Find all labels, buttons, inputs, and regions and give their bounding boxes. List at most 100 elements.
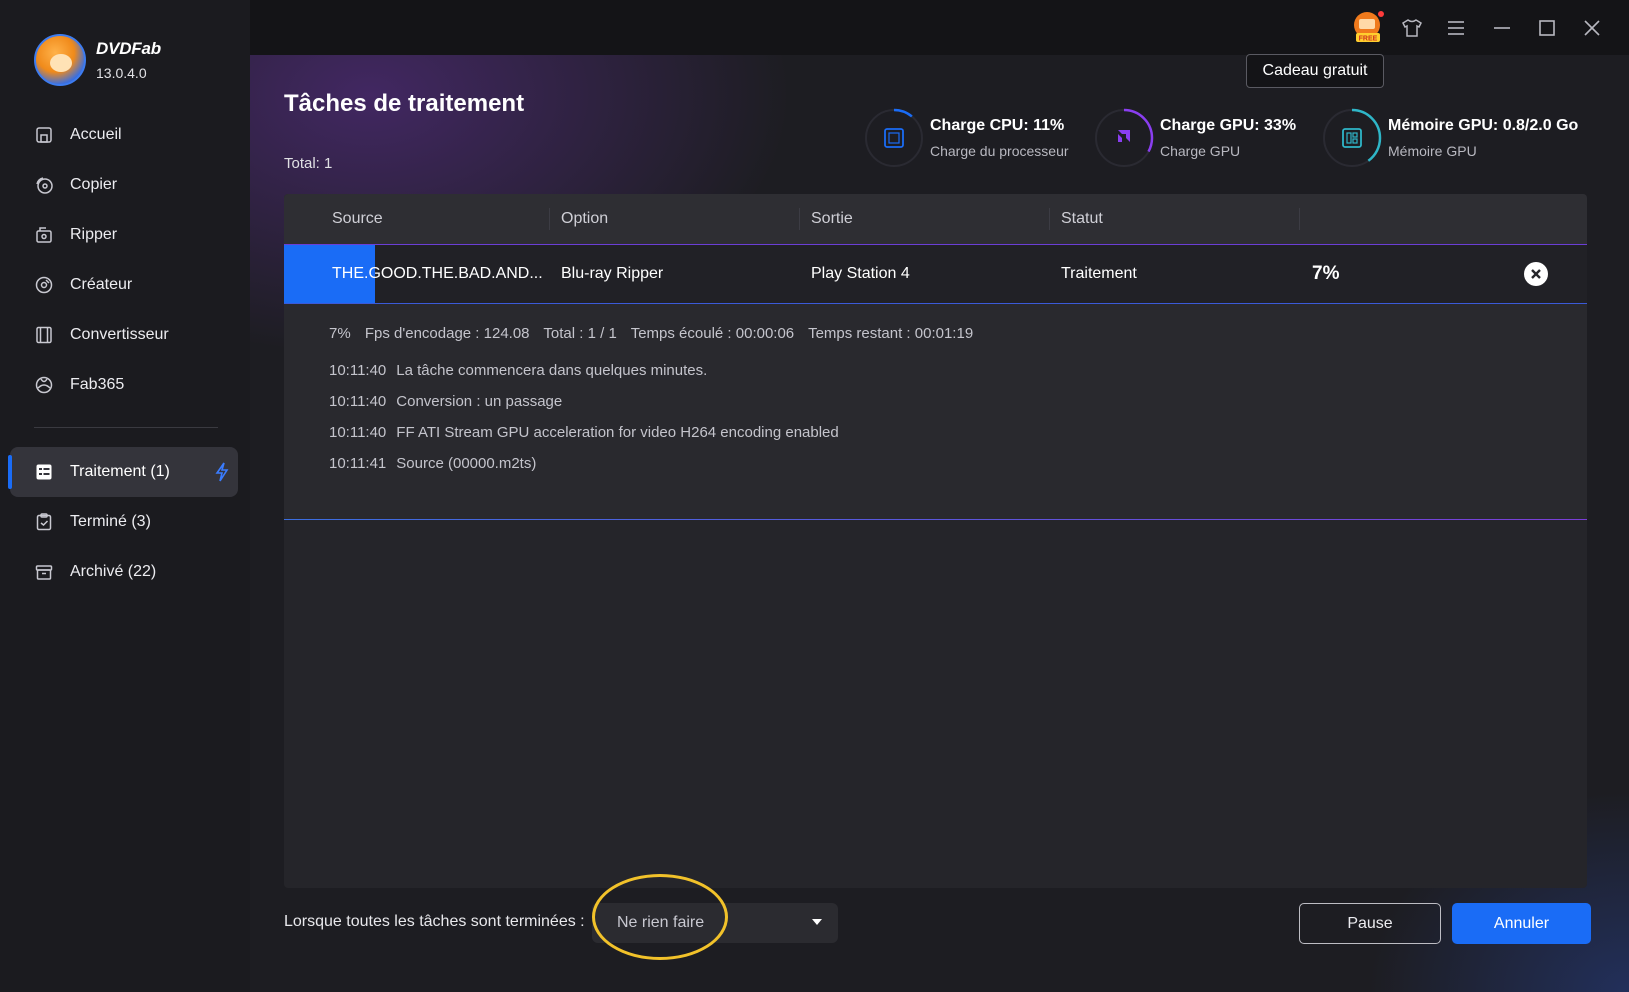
dvdfab-logo-icon	[34, 34, 86, 86]
row-output: Play Station 4	[811, 265, 910, 282]
cpu-load-value: Charge CPU: 11%	[930, 117, 1065, 134]
log-line: 10:11:41 Source (00000.m2ts)	[329, 455, 536, 472]
sidebar-item-convertisseur[interactable]: Convertisseur	[0, 310, 250, 360]
sidebar-item-termine[interactable]: Terminé (3)	[0, 497, 250, 547]
log-time: 10:11:40	[329, 362, 387, 379]
film-icon	[34, 325, 54, 345]
sidebar-item-accueil[interactable]: Accueil	[0, 110, 250, 160]
skin-tshirt-icon[interactable]	[1398, 14, 1426, 42]
stat-elapsed: Temps écoulé : 00:00:06	[630, 325, 795, 342]
free-badge-label: FREE	[1359, 36, 1378, 43]
log-message: Source (00000.m2ts)	[396, 455, 537, 472]
gpu-memory-gauge	[1322, 108, 1382, 168]
row-percent: 7%	[1312, 263, 1340, 284]
log-line: 10:11:40 La tâche commencera dans quelque…	[329, 362, 707, 379]
main-nav: Accueil Copier Ripper Créateur Convertis…	[0, 110, 250, 410]
gift-tooltip: Cadeau gratuit	[1246, 54, 1384, 88]
gpu-gauge	[1094, 108, 1154, 168]
sidebar-item-archive[interactable]: Archivé (22)	[0, 547, 250, 597]
remove-task-button[interactable]	[1524, 262, 1548, 286]
column-header-status: Statut	[1061, 210, 1103, 227]
minimize-icon[interactable]	[1488, 14, 1516, 42]
column-separator	[799, 208, 800, 230]
sidebar-item-copier[interactable]: Copier	[0, 160, 250, 210]
when-done-label: Lorsque toutes les tâches sont terminées…	[284, 913, 585, 930]
gpu-memory-label: Mémoire GPU	[1388, 143, 1477, 159]
app-name: DVDFab	[96, 39, 161, 58]
cancel-button[interactable]: Annuler	[1452, 903, 1591, 944]
encoding-stats: 7% Fps d'encodage : 124.08 Total : 1 / 1…	[329, 325, 983, 342]
sidebar-item-ripper[interactable]: Ripper	[0, 210, 250, 260]
sidebar-item-label: Créateur	[70, 276, 133, 293]
copy-disc-icon	[34, 175, 54, 195]
column-header-source: Source	[332, 210, 383, 227]
log-line: 10:11:40 Conversion : un passage	[329, 393, 562, 410]
creator-disc-icon	[34, 275, 54, 295]
task-table: Source Option Sortie Statut THE.GOOD.THE…	[284, 194, 1587, 888]
gpu-memory-value: Mémoire GPU: 0.8/2.0 Go	[1388, 117, 1579, 134]
sidebar-item-label: Terminé (3)	[70, 513, 151, 530]
row-status: Traitement	[1061, 265, 1137, 282]
table-row[interactable]: THE.GOOD.THE.BAD.AND... Blu-ray Ripper P…	[284, 244, 1587, 304]
stat-remaining: Temps restant : 00:01:19	[808, 325, 974, 342]
stat-percent: 7%	[329, 325, 351, 342]
column-header-option: Option	[561, 210, 609, 227]
cpu-gauge	[864, 108, 924, 168]
when-done-select[interactable]: Ne rien faire	[592, 903, 838, 943]
sidebar-item-traitement[interactable]: Traitement (1)	[8, 447, 238, 497]
stat-fps: Fps d'encodage : 124.08	[364, 325, 530, 342]
sidebar: DVDFab 13.0.4.0 Accueil Copier Ripper Cr…	[0, 0, 250, 992]
column-separator	[1299, 208, 1300, 230]
sidebar-item-label: Accueil	[70, 126, 122, 143]
page-title: Tâches de traitement	[284, 90, 525, 117]
stat-total: Total : 1 / 1	[543, 325, 617, 342]
cpu-load-label: Charge du processeur	[930, 143, 1069, 159]
queue-nav: Traitement (1) Terminé (3) Archivé (22)	[0, 447, 250, 597]
ripper-icon	[34, 225, 54, 245]
sidebar-item-label: Archivé (22)	[70, 563, 157, 580]
log-time: 10:11:40	[329, 393, 387, 410]
gpu-memory-meter: Mémoire GPU: 0.8/2.0 Go Mémoire GPU	[1322, 108, 1578, 168]
sidebar-item-label: Traitement (1)	[70, 463, 170, 480]
cpu-meter: Charge CPU: 11% Charge du processeur	[864, 108, 1069, 168]
close-window-icon[interactable]	[1578, 14, 1606, 42]
done-clipboard-icon	[34, 512, 54, 532]
row-source: THE.GOOD.THE.BAD.AND...	[332, 265, 543, 282]
sidebar-item-fab365[interactable]: Fab365	[0, 360, 250, 410]
log-line: 10:11:40 FF ATI Stream GPU acceleration f…	[329, 424, 839, 441]
log-time: 10:11:40	[329, 424, 387, 441]
pause-button[interactable]: Pause	[1299, 903, 1441, 944]
log-message: Conversion : un passage	[396, 393, 563, 410]
when-done-value: Ne rien faire	[617, 914, 705, 931]
sidebar-item-label: Ripper	[70, 226, 118, 243]
gpu-meter: Charge GPU: 33% Charge GPU	[1094, 108, 1296, 168]
home-icon	[34, 125, 54, 145]
chevron-down-icon	[812, 919, 822, 925]
gpu-load-label: Charge GPU	[1160, 143, 1241, 159]
log-message: La tâche commencera dans quelques minute…	[396, 362, 708, 379]
column-separator	[549, 208, 550, 230]
table-header: Source Option Sortie Statut	[284, 194, 1587, 244]
column-separator	[1049, 208, 1050, 230]
brand: DVDFab 13.0.4.0	[34, 34, 161, 86]
column-header-output: Sortie	[811, 210, 853, 227]
free-gift-icon[interactable]: FREE	[1350, 10, 1386, 44]
sidebar-item-label: Convertisseur	[70, 326, 169, 343]
row-option: Blu-ray Ripper	[561, 265, 664, 282]
task-details-panel: 7% Fps d'encodage : 124.08 Total : 1 / 1…	[284, 304, 1587, 520]
sidebar-item-label: Fab365	[70, 376, 125, 393]
task-list-icon	[34, 462, 54, 482]
sidebar-item-createur[interactable]: Créateur	[0, 260, 250, 310]
close-icon	[1531, 269, 1541, 279]
gpu-load-value: Charge GPU: 33%	[1160, 117, 1297, 134]
fab365-icon	[34, 375, 54, 395]
log-message: FF ATI Stream GPU acceleration for video…	[396, 424, 839, 441]
lightning-icon	[214, 462, 230, 487]
sidebar-divider	[34, 427, 218, 428]
maximize-icon[interactable]	[1533, 14, 1561, 42]
sidebar-item-label: Copier	[70, 176, 118, 193]
task-total: Total: 1	[284, 155, 333, 172]
menu-icon[interactable]	[1442, 14, 1470, 42]
log-time: 10:11:41	[329, 455, 387, 472]
app-version: 13.0.4.0	[96, 65, 147, 81]
